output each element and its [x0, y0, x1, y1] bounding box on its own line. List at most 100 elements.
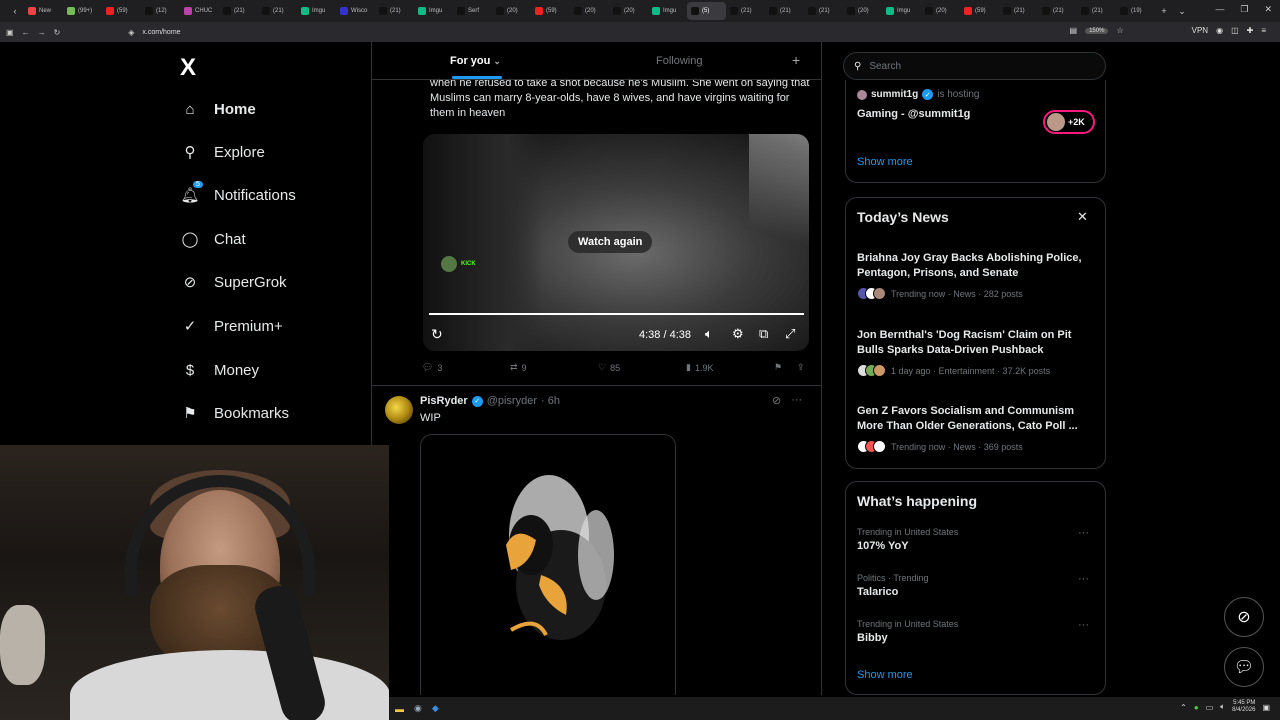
browser-tab[interactable]: Serf: [453, 2, 492, 20]
video-player[interactable]: Watch again KICK ↻ 4:38 / 4:38 🔈︎ ⚙ ⧉ ⤢: [423, 134, 809, 351]
wallet-icon[interactable]: ◫: [1231, 26, 1239, 35]
volume-icon[interactable]: 🔈︎: [705, 326, 713, 342]
views-button[interactable]: ▮ 1.9K: [686, 362, 713, 373]
nav-item-bookmarks[interactable]: ⚑ Bookmarks: [180, 403, 289, 423]
new-tab-button[interactable]: +: [1155, 6, 1173, 16]
file-explorer-icon[interactable]: ▬: [395, 704, 404, 714]
more-icon[interactable]: ···: [1078, 527, 1089, 539]
minimize-icon[interactable]: —: [1215, 4, 1224, 15]
profile-icon[interactable]: ◉: [1216, 26, 1223, 35]
tray-app-icon[interactable]: ●: [1194, 703, 1199, 712]
tab-for-you[interactable]: For you ⌄: [450, 55, 501, 67]
trend-item[interactable]: Politics · Trending Talarico ···: [857, 573, 1097, 598]
extensions-icon[interactable]: ✚: [1247, 26, 1254, 35]
browser-tab[interactable]: (59): [960, 2, 999, 20]
browser-tab[interactable]: (59): [531, 2, 570, 20]
add-feed-icon[interactable]: +: [792, 52, 800, 68]
tab-scroll-icon[interactable]: ‹: [6, 6, 24, 16]
browser-tab[interactable]: Imgu: [297, 2, 336, 20]
like-button[interactable]: ♡ 85: [598, 362, 620, 373]
browser-tab[interactable]: Wisco: [336, 2, 375, 20]
nav-item-money[interactable]: $ Money: [180, 360, 259, 380]
show-more-link[interactable]: Show more: [857, 669, 913, 681]
browser-tab[interactable]: (20): [921, 2, 960, 20]
close-icon[interactable]: ✕: [1077, 209, 1088, 225]
bookmark-star-icon[interactable]: ☆: [1116, 26, 1123, 35]
grok-fab[interactable]: ⊘: [1224, 597, 1264, 637]
browser-tab[interactable]: (21): [765, 2, 804, 20]
settings-icon[interactable]: ⚙: [732, 326, 744, 342]
browser-tab[interactable]: (21): [219, 2, 258, 20]
more-icon[interactable]: ···: [791, 394, 802, 407]
space-listeners[interactable]: +2K: [1043, 110, 1095, 134]
browser-tab[interactable]: (21): [804, 2, 843, 20]
tweet-time[interactable]: · 6h: [541, 395, 560, 407]
news-item[interactable]: Gen Z Favors Socialism and Communism Mor…: [857, 404, 1097, 453]
browser-tab[interactable]: (20): [492, 2, 531, 20]
video-progress-bar[interactable]: [429, 313, 804, 315]
browser-tab[interactable]: (19): [1116, 2, 1155, 20]
nav-item-home[interactable]: ⌂ Home: [180, 99, 255, 119]
watch-again-button[interactable]: Watch again: [568, 231, 653, 253]
browser-tab[interactable]: (21): [999, 2, 1038, 20]
browser-tab[interactable]: Imgu: [648, 2, 687, 20]
fullscreen-icon[interactable]: ⤢: [785, 326, 795, 342]
trend-item[interactable]: Trending in United States Bibby ···: [857, 619, 1097, 644]
nav-item-notifications[interactable]: 🔔︎ Notifications 5: [180, 181, 296, 205]
browser-tab[interactable]: (12): [141, 2, 180, 20]
space-title[interactable]: Gaming - @summit1g: [857, 108, 970, 120]
x-logo[interactable]: X: [180, 54, 196, 82]
news-item[interactable]: Briahna Joy Gray Backs Abolishing Police…: [857, 251, 1097, 300]
steam-icon[interactable]: ◉: [414, 703, 422, 714]
show-more-link[interactable]: Show more: [857, 156, 913, 168]
more-icon[interactable]: ···: [1078, 619, 1089, 631]
reply-button[interactable]: 💬︎ 3: [422, 362, 442, 373]
nav-item-explore[interactable]: ⚲ Explore: [180, 142, 265, 162]
browser-tab[interactable]: (20): [843, 2, 882, 20]
sidebar-toggle-icon[interactable]: ▣: [6, 28, 14, 37]
vpn-badge[interactable]: VPN: [1192, 26, 1208, 35]
network-icon[interactable]: ▭: [1206, 703, 1214, 712]
app-icon[interactable]: ◆: [432, 703, 439, 714]
nav-item-premium[interactable]: ✓ Premium+: [180, 316, 283, 336]
url-field[interactable]: x.com/home: [142, 29, 180, 36]
browser-tab[interactable]: (20): [609, 2, 648, 20]
repost-button[interactable]: ⇄ 9: [510, 362, 527, 373]
browser-tab[interactable]: (5): [687, 2, 726, 20]
nav-item-chat[interactable]: ◯ Chat: [180, 229, 246, 249]
share-button[interactable]: ⇪: [797, 362, 805, 373]
browser-tab[interactable]: (59): [102, 2, 141, 20]
browser-tab[interactable]: (21): [258, 2, 297, 20]
reader-icon[interactable]: ▤: [1070, 26, 1078, 35]
avatar[interactable]: [385, 396, 413, 424]
browser-tab[interactable]: CHUC: [180, 2, 219, 20]
menu-icon[interactable]: ≡: [1261, 26, 1266, 35]
messages-fab[interactable]: 💬︎: [1224, 647, 1264, 687]
browser-tab[interactable]: (21): [1038, 2, 1077, 20]
close-window-icon[interactable]: ✕: [1264, 4, 1272, 15]
author-name[interactable]: PisRyder: [420, 395, 468, 407]
nav-item-supergrok[interactable]: ⊘ SuperGrok: [180, 272, 287, 292]
more-icon[interactable]: ···: [1078, 573, 1089, 585]
pip-icon[interactable]: ⧉: [759, 326, 768, 342]
forward-icon[interactable]: →: [38, 28, 46, 37]
restore-icon[interactable]: ❐: [1240, 4, 1248, 15]
notification-center-icon[interactable]: ▣: [1262, 703, 1270, 712]
back-icon[interactable]: ←: [22, 28, 30, 37]
tweet-image[interactable]: [420, 434, 676, 695]
reload-icon[interactable]: ↻: [54, 28, 61, 37]
browser-tab[interactable]: (21): [726, 2, 765, 20]
browser-tab[interactable]: (20): [570, 2, 609, 20]
bookmark-button[interactable]: ⚑: [774, 362, 782, 373]
news-item[interactable]: Jon Bernthal's 'Dog Racism' Claim on Pit…: [857, 328, 1097, 377]
space-host[interactable]: summit1g ✓ is hosting: [857, 89, 979, 100]
tab-list-icon[interactable]: ⌄: [1173, 6, 1191, 17]
author-handle[interactable]: @pisryder: [487, 395, 537, 407]
browser-tab[interactable]: (21): [375, 2, 414, 20]
clock[interactable]: 5:45 PM 8/4/2026: [1232, 700, 1255, 714]
tray-chevron-icon[interactable]: ⌃: [1180, 703, 1187, 712]
browser-tab[interactable]: (21): [1077, 2, 1116, 20]
browser-tab[interactable]: New: [24, 2, 63, 20]
search-input[interactable]: ⚲ Search: [843, 52, 1106, 80]
tab-following[interactable]: Following: [656, 55, 702, 67]
